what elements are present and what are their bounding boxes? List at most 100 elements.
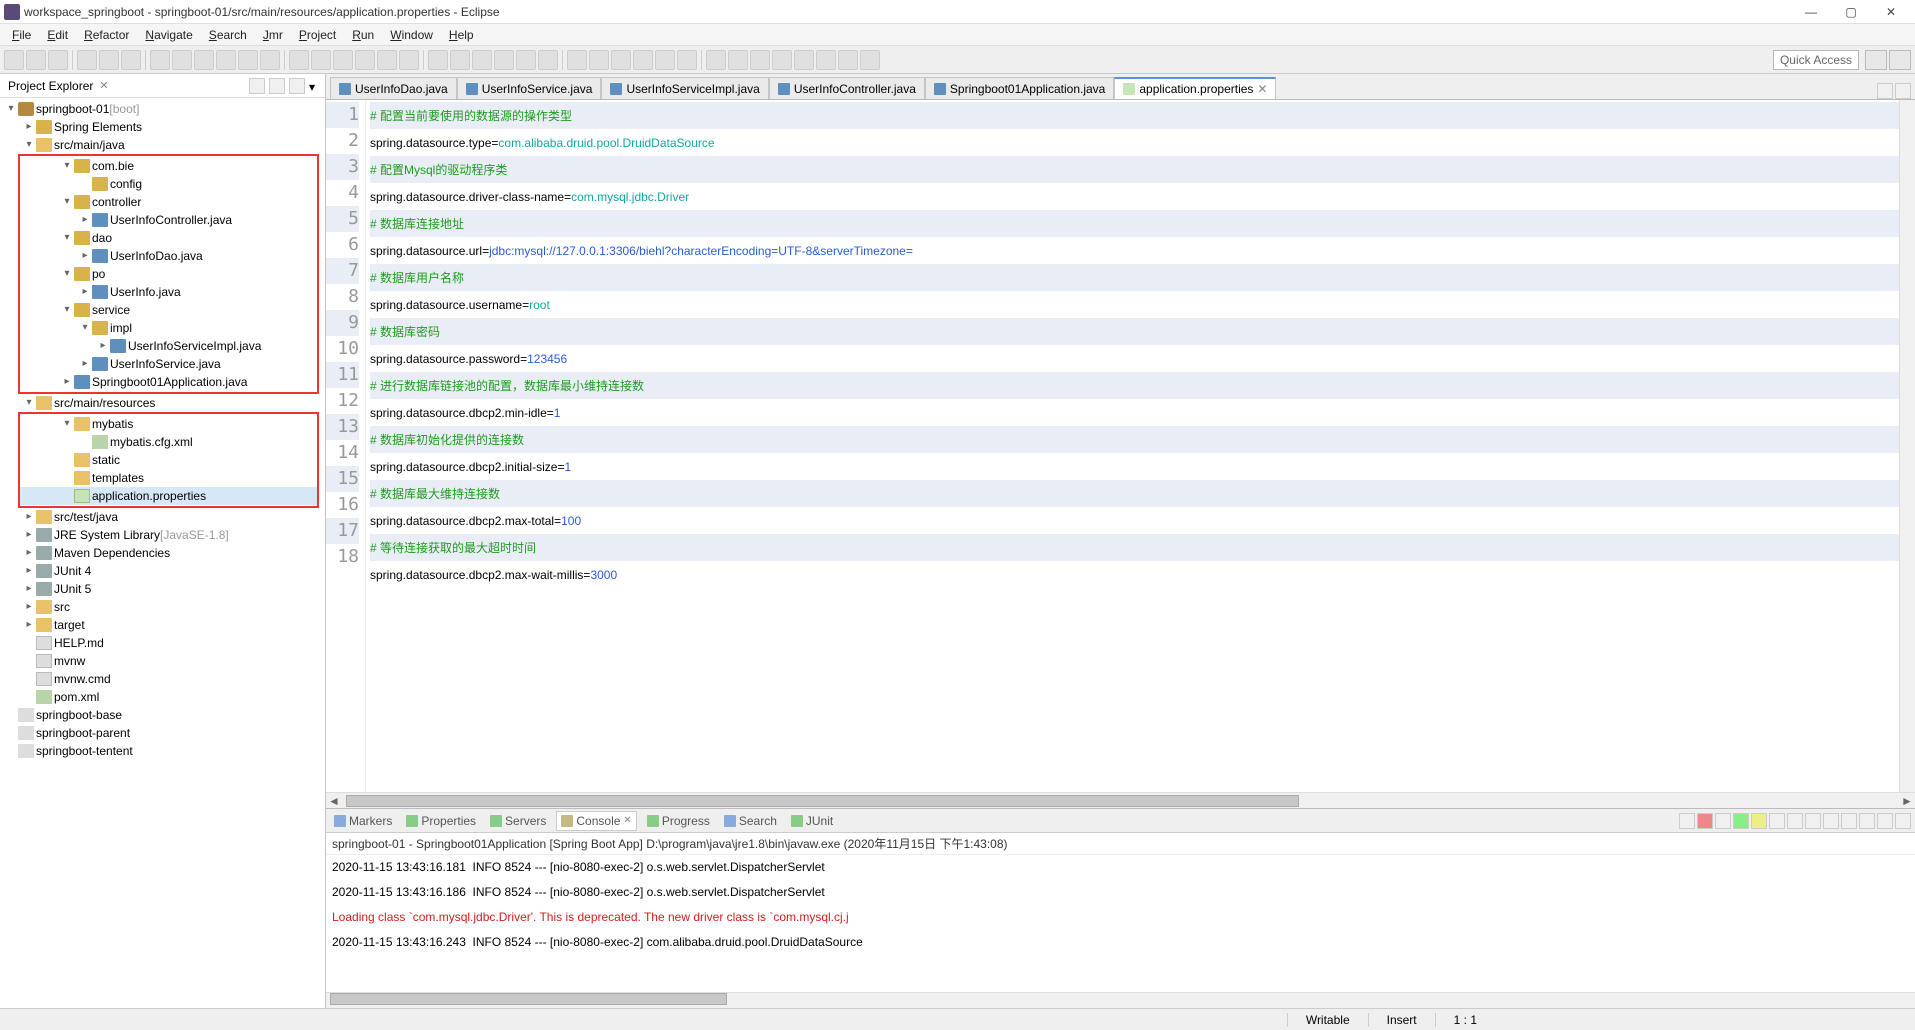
tree-node[interactable]: ▸Spring Elements (0, 118, 325, 136)
code-line[interactable]: spring.datasource.type=com.alibaba.druid… (370, 129, 1899, 156)
toolbar-button-32[interactable] (750, 50, 770, 70)
twisty-icon[interactable]: ▾ (60, 229, 74, 247)
tree-node[interactable]: ▾controller (20, 193, 317, 211)
twisty-icon[interactable]: ▾ (60, 265, 74, 283)
tree-node[interactable]: config (20, 175, 317, 193)
tree-node[interactable]: ▸target (0, 616, 325, 634)
twisty-icon[interactable]: ▾ (78, 319, 92, 337)
collapse-all-button[interactable] (249, 78, 265, 94)
twisty-icon[interactable]: ▸ (22, 562, 36, 580)
code-line[interactable]: # 数据库连接地址 (370, 210, 1899, 237)
bottom-tab-servers[interactable]: Servers (486, 812, 550, 830)
menu-project[interactable]: Project (291, 26, 344, 44)
menu-navigate[interactable]: Navigate (137, 26, 200, 44)
bottom-tab-properties[interactable]: Properties (402, 812, 480, 830)
code-line[interactable]: # 配置当前要使用的数据源的操作类型 (370, 102, 1899, 129)
vertical-scrollbar[interactable] (1899, 100, 1915, 792)
console-toolbar-button-2[interactable] (1715, 813, 1731, 829)
tree-node[interactable]: ▾impl (20, 319, 317, 337)
perspective-other[interactable] (1889, 50, 1911, 70)
code-line[interactable]: spring.datasource.dbcp2.min-idle=1 (370, 399, 1899, 426)
toolbar-button-14[interactable] (333, 50, 353, 70)
twisty-icon[interactable]: ▾ (60, 157, 74, 175)
horizontal-scrollbar[interactable]: ◄► (326, 792, 1915, 808)
tree-node[interactable]: templates (20, 469, 317, 487)
tree-node[interactable]: ▾po (20, 265, 317, 283)
bottom-tab-console[interactable]: Console✕ (556, 811, 636, 831)
menu-help[interactable]: Help (441, 26, 482, 44)
close-window-button[interactable]: ✕ (1871, 1, 1911, 23)
toolbar-button-18[interactable] (428, 50, 448, 70)
maximize-view-button[interactable] (1895, 83, 1911, 99)
twisty-icon[interactable]: ▾ (60, 193, 74, 211)
toolbar-button-26[interactable] (611, 50, 631, 70)
twisty-icon[interactable]: ▸ (22, 598, 36, 616)
menu-run[interactable]: Run (344, 26, 382, 44)
tree-node[interactable]: ▸JRE System Library [JavaSE-1.8] (0, 526, 325, 544)
tree-node[interactable]: ▾dao (20, 229, 317, 247)
twisty-icon[interactable]: ▸ (78, 355, 92, 373)
toolbar-button-22[interactable] (516, 50, 536, 70)
tree-node[interactable]: mvnw.cmd (0, 670, 325, 688)
twisty-icon[interactable]: ▾ (4, 100, 18, 118)
toolbar-button-0[interactable] (4, 50, 24, 70)
tree-node[interactable]: mvnw (0, 652, 325, 670)
code-area[interactable]: # 配置当前要使用的数据源的操作类型spring.datasource.type… (366, 100, 1899, 792)
code-line[interactable]: spring.datasource.dbcp2.max-total=100 (370, 507, 1899, 534)
code-line[interactable]: spring.datasource.password=123456 (370, 345, 1899, 372)
code-line[interactable]: # 进行数据库链接池的配置，数据库最小维持连接数 (370, 372, 1899, 399)
tree-node[interactable]: ▸Maven Dependencies (0, 544, 325, 562)
console-toolbar-button-5[interactable] (1769, 813, 1785, 829)
toolbar-button-31[interactable] (728, 50, 748, 70)
twisty-icon[interactable]: ▾ (22, 136, 36, 154)
tree-node[interactable]: ▸UserInfoServiceImpl.java (20, 337, 317, 355)
console-toolbar-button-7[interactable] (1805, 813, 1821, 829)
bottom-tab-junit[interactable]: JUnit (787, 812, 837, 830)
console-toolbar-button-10[interactable] (1859, 813, 1875, 829)
tree-node[interactable]: static (20, 451, 317, 469)
menu-window[interactable]: Window (382, 26, 441, 44)
toolbar-button-9[interactable] (216, 50, 236, 70)
tree-node[interactable]: springboot-tentent (0, 742, 325, 760)
twisty-icon[interactable]: ▾ (60, 415, 74, 433)
toolbar-button-36[interactable] (838, 50, 858, 70)
twisty-icon[interactable]: ▾ (22, 394, 36, 412)
toolbar-button-11[interactable] (260, 50, 280, 70)
menu-file[interactable]: File (4, 26, 39, 44)
tab-userinfocontroller-java[interactable]: UserInfoController.java (769, 77, 925, 99)
toolbar-button-29[interactable] (677, 50, 697, 70)
toolbar-button-3[interactable] (77, 50, 97, 70)
code-line[interactable]: # 等待连接获取的最大超时时间 (370, 534, 1899, 561)
focus-button[interactable] (289, 78, 305, 94)
console-toolbar-button-12[interactable] (1895, 813, 1911, 829)
view-menu-icon[interactable]: ▾ (309, 80, 321, 92)
code-editor[interactable]: 123456789101112131415161718 # 配置当前要使用的数据… (326, 100, 1915, 792)
toolbar-button-21[interactable] (494, 50, 514, 70)
code-line[interactable]: # 数据库用户名称 (370, 264, 1899, 291)
menu-search[interactable]: Search (201, 26, 255, 44)
tree-node[interactable]: ▸UserInfoService.java (20, 355, 317, 373)
console-toolbar-button-3[interactable] (1733, 813, 1749, 829)
tree-node[interactable]: ▸src (0, 598, 325, 616)
twisty-icon[interactable]: ▸ (22, 526, 36, 544)
twisty-icon[interactable]: ▸ (22, 544, 36, 562)
twisty-icon[interactable]: ▸ (60, 373, 74, 391)
tree-node[interactable]: ▾springboot-01 [boot] (0, 100, 325, 118)
tree-node[interactable]: ▾mybatis (20, 415, 317, 433)
toolbar-button-28[interactable] (655, 50, 675, 70)
menu-refactor[interactable]: Refactor (76, 26, 137, 44)
tree-node[interactable]: mybatis.cfg.xml (20, 433, 317, 451)
tab-userinfoservice-java[interactable]: UserInfoService.java (457, 77, 602, 99)
code-line[interactable]: # 配置Mysql的驱动程序类 (370, 156, 1899, 183)
code-line[interactable]: # 数据库密码 (370, 318, 1899, 345)
toolbar-button-23[interactable] (538, 50, 558, 70)
toolbar-button-15[interactable] (355, 50, 375, 70)
toolbar-button-8[interactable] (194, 50, 214, 70)
toolbar-button-4[interactable] (99, 50, 119, 70)
close-icon[interactable]: ✕ (99, 79, 108, 92)
minimize-button[interactable]: — (1791, 1, 1831, 23)
toolbar-button-27[interactable] (633, 50, 653, 70)
menu-jmr[interactable]: Jmr (255, 26, 291, 44)
tree-node[interactable]: ▸Springboot01Application.java (20, 373, 317, 391)
console-toolbar-button-1[interactable] (1697, 813, 1713, 829)
